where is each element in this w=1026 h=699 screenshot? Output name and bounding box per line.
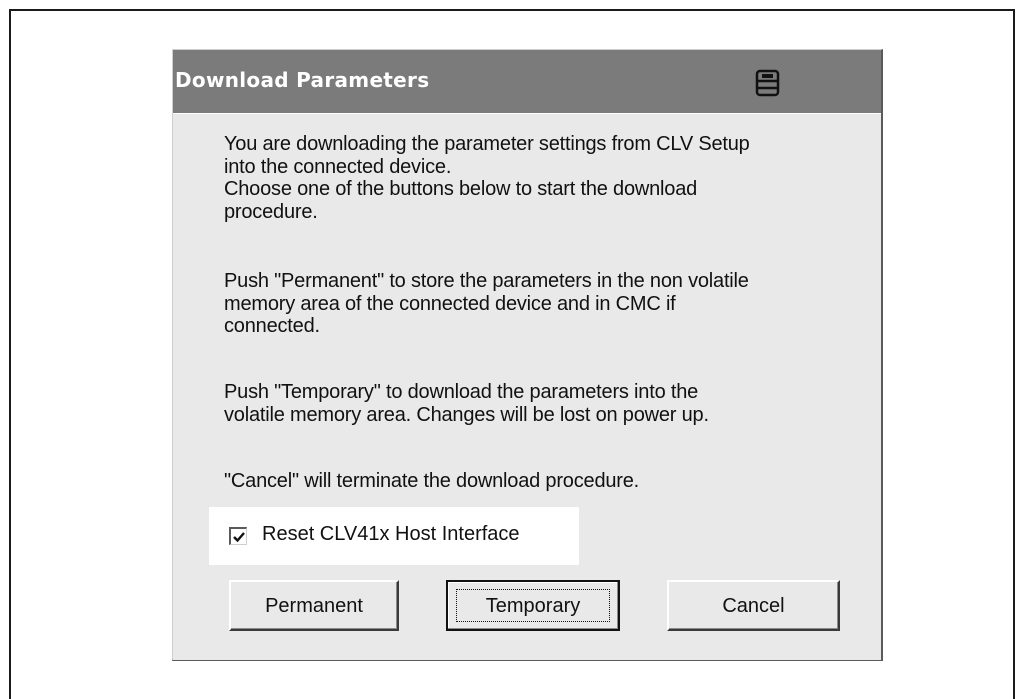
temporary-button-label: Temporary [485, 594, 581, 617]
window-icon[interactable] [754, 69, 782, 97]
permanent-button-label: Permanent [265, 594, 363, 617]
temporary-button[interactable]: Temporary [446, 580, 620, 631]
checkmark-icon [233, 532, 245, 543]
cancel-button[interactable]: Cancel [667, 580, 840, 631]
cancel-button-label: Cancel [722, 594, 785, 617]
dialog-title: Download Parameters [175, 68, 430, 92]
reset-host-interface-label: Reset CLV41x Host Interface [262, 523, 520, 545]
intro-paragraph: You are downloading the parameter settin… [224, 133, 750, 223]
temporary-paragraph: Push "Temporary" to download the paramet… [224, 381, 709, 426]
reset-host-interface-option[interactable]: Reset CLV41x Host Interface [209, 507, 579, 565]
permanent-button[interactable]: Permanent [229, 580, 399, 631]
permanent-paragraph: Push "Permanent" to store the parameters… [224, 270, 749, 337]
reset-host-interface-checkbox[interactable] [229, 527, 247, 545]
cancel-paragraph: "Cancel" will terminate the download pro… [224, 470, 640, 492]
dialog-titlebar: Download Parameters [173, 50, 881, 113]
